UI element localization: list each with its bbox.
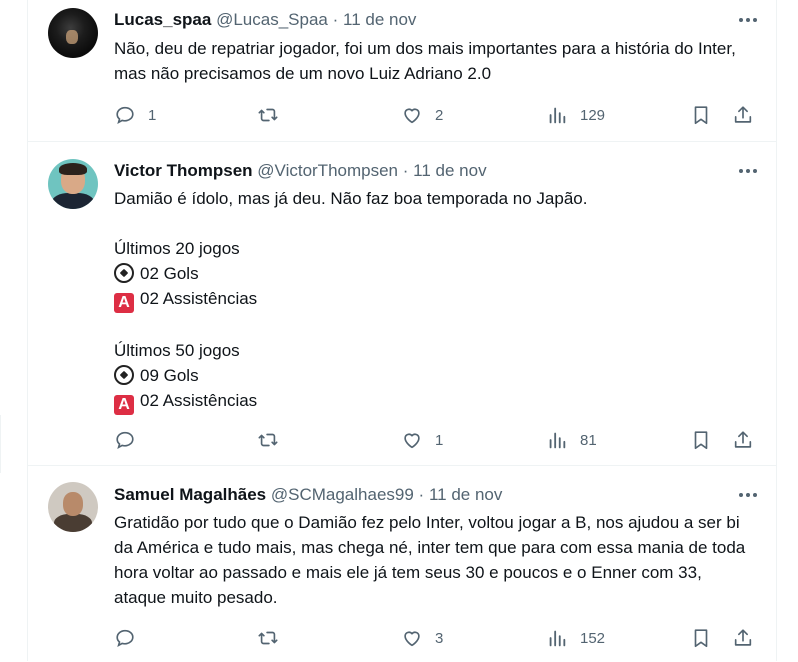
separator-dot: · (402, 161, 409, 180)
share-button[interactable] (732, 626, 754, 650)
share-icon (734, 431, 752, 448)
like-count: 3 (435, 629, 444, 647)
soccer-ball-icon (114, 263, 134, 283)
assists-line: 02 Assistências (140, 391, 258, 410)
letter-a-icon: A (114, 293, 134, 313)
soccer-ball-icon (114, 365, 134, 385)
bookmark-icon (694, 431, 708, 450)
views-icon (549, 630, 566, 647)
tweet-date[interactable]: 11 de nov (429, 485, 502, 504)
tweet-text: Gratidão por tudo que o Damião fez pelo … (114, 510, 754, 610)
avatar[interactable] (48, 159, 98, 209)
share-button[interactable] (732, 428, 754, 452)
views-count: 81 (580, 431, 597, 449)
tweet-lucas[interactable]: Lucas_spaa @Lucas_Spaa · 11 de nov Não, … (28, 0, 776, 142)
goals-line: 09 Gols (140, 366, 199, 385)
retweet-icon (258, 433, 278, 447)
views-icon (549, 432, 566, 449)
reply-icon (116, 106, 134, 124)
retweet-button[interactable] (257, 626, 291, 650)
tweet-actions: 1 81 (114, 428, 756, 452)
avatar[interactable] (48, 8, 98, 58)
heart-icon (404, 631, 420, 647)
tweet-paragraph: Damião é ídolo, mas já deu. Não faz boa … (114, 189, 588, 208)
like-count: 2 (435, 106, 444, 124)
bookmark-button[interactable] (690, 103, 712, 127)
tweet-paragraph: Gratidão por tudo que o Damião fez pelo … (114, 513, 746, 607)
reply-button[interactable]: 1 (114, 103, 156, 127)
display-name[interactable]: Samuel Magalhães (114, 485, 266, 504)
retweet-icon (258, 631, 278, 645)
assists-line: 02 Assistências (140, 289, 258, 308)
share-icon (734, 106, 752, 123)
heart-icon (404, 108, 420, 124)
like-count: 1 (435, 431, 444, 449)
column-border-right (776, 0, 777, 661)
reply-icon (116, 629, 134, 647)
avatar[interactable] (48, 482, 98, 532)
views-count: 129 (580, 106, 606, 124)
like-button[interactable]: 1 (401, 428, 443, 452)
tweet-samuel[interactable]: Samuel Magalhães @SCMagalhaes99 · 11 de … (28, 466, 776, 662)
tweet-header: Lucas_spaa @Lucas_Spaa · 11 de nov (114, 9, 756, 31)
tweet-victor[interactable]: Victor Thompsen @VictorThompsen · 11 de … (28, 142, 776, 466)
tweet-paragraph: Não, deu de repatriar jogador, foi um do… (114, 39, 736, 83)
views-button[interactable]: 152 (546, 626, 605, 650)
views-icon (549, 107, 566, 124)
views-count: 152 (580, 629, 606, 647)
stats-title: Últimos 20 jogos (114, 239, 240, 258)
tweet-actions: 1 2 129 (114, 103, 756, 127)
tweet-text: Não, deu de repatriar jogador, foi um do… (114, 36, 754, 86)
tweet-text: Damião é ídolo, mas já deu. Não faz boa … (114, 186, 754, 415)
display-name[interactable]: Victor Thompsen (114, 161, 253, 180)
bookmark-button[interactable] (690, 626, 712, 650)
heart-icon (404, 433, 420, 449)
reply-button[interactable] (114, 428, 148, 452)
tweet-date[interactable]: 11 de nov (343, 10, 416, 29)
reply-count: 1 (148, 106, 157, 124)
retweet-icon (258, 108, 278, 122)
more-icon[interactable] (736, 161, 760, 181)
bookmark-icon (694, 629, 708, 648)
more-icon[interactable] (736, 485, 760, 505)
bookmark-icon (694, 106, 708, 125)
share-button[interactable] (732, 103, 754, 127)
reply-feed: Lucas_spaa @Lucas_Spaa · 11 de nov Não, … (28, 0, 776, 662)
tweet-actions: 3 152 (114, 626, 756, 650)
views-button[interactable]: 129 (546, 103, 605, 127)
like-button[interactable]: 2 (401, 103, 443, 127)
bookmark-button[interactable] (690, 428, 712, 452)
letter-a-icon: A (114, 395, 134, 415)
user-handle[interactable]: @SCMagalhaes99 (271, 485, 414, 504)
retweet-button[interactable] (257, 428, 291, 452)
views-button[interactable]: 81 (546, 428, 597, 452)
separator-dot: · (418, 485, 425, 504)
user-handle[interactable]: @Lucas_Spaa (216, 10, 328, 29)
tweet-date[interactable]: 11 de nov (413, 161, 486, 180)
share-icon (734, 629, 752, 646)
more-icon[interactable] (736, 10, 760, 30)
side-divider (0, 415, 6, 473)
retweet-button[interactable] (257, 103, 291, 127)
goals-line: 02 Gols (140, 264, 199, 283)
separator-dot: · (332, 10, 339, 29)
reply-button[interactable] (114, 626, 148, 650)
user-handle[interactable]: @VictorThompsen (257, 161, 398, 180)
stats-title: Últimos 50 jogos (114, 341, 240, 360)
tweet-header: Victor Thompsen @VictorThompsen · 11 de … (114, 160, 756, 182)
display-name[interactable]: Lucas_spaa (114, 10, 211, 29)
reply-icon (116, 431, 134, 449)
tweet-header: Samuel Magalhães @SCMagalhaes99 · 11 de … (114, 484, 756, 506)
like-button[interactable]: 3 (401, 626, 443, 650)
